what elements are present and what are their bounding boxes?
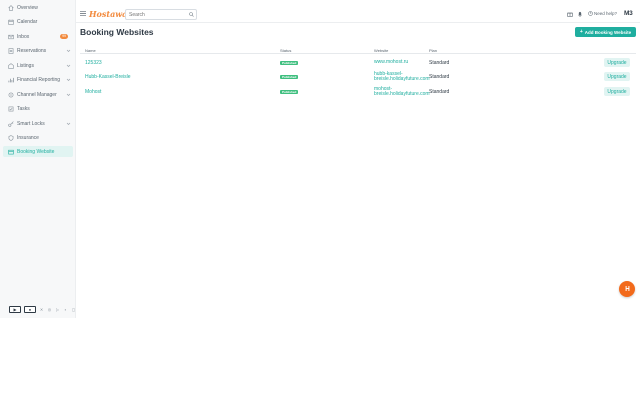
sidebar-item-label: Financial Reporting: [17, 76, 61, 83]
inbox-badge: 99: [60, 34, 68, 39]
table-row: Hubb-Kassel-Breisle Published hubb-kasse…: [80, 70, 636, 85]
top-bar: Hostaway Need help? M3: [76, 0, 640, 23]
status-badge: Published: [280, 90, 299, 94]
sidebar-item-label: Reservations: [17, 47, 47, 54]
sidebar-item-label: Channel Manager: [17, 91, 57, 98]
add-booking-website-label: Add Booking Website: [584, 29, 632, 35]
sidebar-item-channel-manager[interactable]: Channel Manager: [3, 89, 73, 100]
sidebar-item-insurance[interactable]: Insurance: [3, 132, 73, 143]
avatar[interactable]: M3: [624, 10, 633, 17]
booking-website-name[interactable]: 125323: [85, 60, 102, 66]
shield-icon: [8, 134, 14, 141]
table-row: 125323 Published www.mohost.ru Standard …: [80, 56, 636, 71]
table-row: Mohost Published mohost-breisle.holidayf…: [80, 85, 636, 100]
google-play-icon[interactable]: ▶: [9, 306, 21, 313]
status-badge: Published: [280, 75, 299, 79]
twitter-icon[interactable]: ✕: [39, 307, 44, 312]
sidebar-item-listings[interactable]: Listings: [3, 60, 73, 71]
tasks-icon: [8, 106, 14, 112]
apple-store-icon[interactable]: ●: [24, 306, 36, 313]
sidebar-item-label: Insurance: [17, 134, 39, 141]
facebook-icon[interactable]: ◎: [47, 307, 52, 312]
sidebar-item-label: Listings: [17, 62, 34, 69]
calendar-icon: [8, 19, 14, 25]
instagram-icon[interactable]: ◻: [71, 307, 76, 312]
page-title: Booking Websites: [80, 27, 154, 37]
website-icon: [8, 149, 14, 155]
home-icon: [8, 4, 14, 11]
chevron-down-icon: [66, 48, 71, 53]
booking-website-name[interactable]: Mohost: [85, 89, 101, 95]
inbox-icon: [8, 34, 14, 40]
chevron-down-icon: [66, 121, 71, 126]
need-help-link[interactable]: Need help?: [588, 11, 617, 16]
sidebar-item-booking-website[interactable]: Booking Website: [3, 146, 73, 157]
sidebar-item-label: Calendar: [17, 18, 38, 25]
need-help-label: Need help?: [594, 11, 618, 16]
search-icon[interactable]: [189, 12, 194, 17]
sidebar: Overview Calendar Inbox 99 Reservations …: [0, 0, 76, 318]
channel-icon: [8, 92, 14, 98]
bell-icon[interactable]: [577, 11, 583, 17]
sidebar-item-label: Tasks: [17, 105, 30, 112]
youtube-icon[interactable]: ▷: [55, 307, 60, 312]
help-icon: [588, 11, 593, 16]
sidebar-item-label: Inbox: [17, 33, 30, 40]
plan-value: Standard: [429, 89, 450, 95]
plus-icon: +: [579, 29, 583, 35]
upgrade-button[interactable]: Upgrade: [604, 72, 630, 81]
hamburger-menu-icon[interactable]: [80, 11, 86, 16]
chat-icon: [624, 285, 631, 294]
chevron-down-icon: [66, 63, 71, 68]
sidebar-item-label: Smart Locks: [17, 120, 45, 127]
upgrade-button[interactable]: Upgrade: [604, 87, 630, 96]
sidebar-item-tasks[interactable]: Tasks: [3, 103, 73, 114]
sidebar-item-calendar[interactable]: Calendar: [3, 16, 73, 27]
sidebar-item-label: Overview: [17, 4, 38, 11]
sidebar-item-label: Booking Website: [17, 148, 55, 155]
booking-website-name[interactable]: Hubb-Kassel-Breisle: [85, 74, 131, 80]
sidebar-item-reservations[interactable]: Reservations: [3, 45, 73, 56]
sidebar-item-smart-locks[interactable]: Smart Locks: [3, 118, 73, 129]
linkedin-icon[interactable]: ▪: [63, 307, 68, 312]
sidebar-item-overview[interactable]: Overview: [3, 2, 73, 13]
sidebar-item-financial-reporting[interactable]: Financial Reporting: [3, 74, 73, 85]
plan-value: Standard: [429, 60, 450, 66]
app-store-links: ▶ ● ✕ ◎ ▷ ▪ ◻: [9, 306, 76, 313]
search-input[interactable]: [125, 9, 197, 20]
chevron-down-icon: [66, 77, 71, 82]
plan-value: Standard: [429, 74, 450, 80]
gift-icon[interactable]: [567, 11, 573, 17]
website-link[interactable]: www.mohost.ru: [374, 60, 430, 65]
add-booking-website-button[interactable]: + Add Booking Website: [575, 27, 636, 37]
chart-icon: [8, 77, 14, 83]
listings-icon: [8, 62, 14, 69]
table-header-divider: [80, 53, 636, 54]
website-link[interactable]: mohost-breisle.holidayfuture.com: [374, 87, 430, 97]
sidebar-item-inbox[interactable]: Inbox 99: [3, 31, 73, 42]
status-badge: Published: [280, 61, 299, 65]
website-link[interactable]: hubb-kassel-breisle.holidayfuture.com: [374, 72, 430, 82]
chevron-down-icon: [66, 92, 71, 97]
reservations-icon: [8, 47, 14, 54]
support-chat-button[interactable]: [619, 281, 635, 297]
key-icon: [8, 120, 14, 127]
upgrade-button[interactable]: Upgrade: [604, 58, 630, 67]
